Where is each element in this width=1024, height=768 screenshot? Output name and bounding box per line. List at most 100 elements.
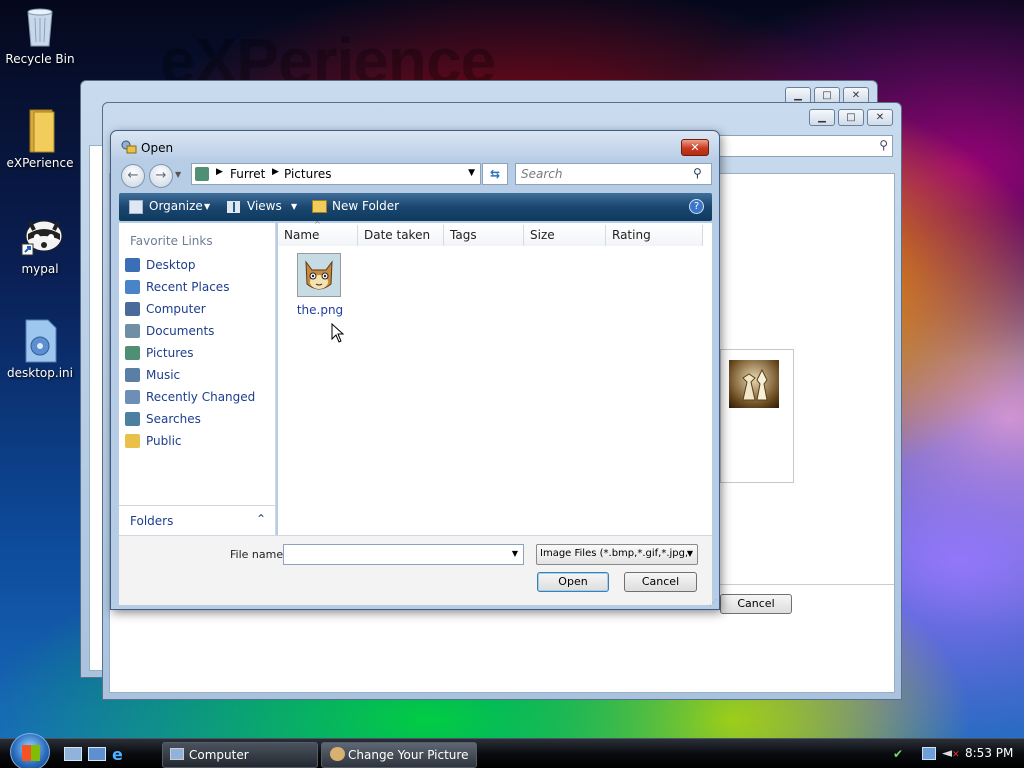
nav-link-music[interactable]: Music: [125, 366, 180, 384]
recently-changed-icon: [125, 390, 140, 404]
clock[interactable]: 8:53 PM: [965, 746, 1013, 760]
chevron-up-icon: ⌃: [255, 512, 266, 526]
windows-logo-icon: [22, 745, 40, 761]
help-icon[interactable]: ?: [689, 199, 704, 214]
file-list: Name ^ Date taken Tags Size Rating the.p…: [278, 220, 712, 535]
computer-icon: [125, 302, 140, 316]
nav-link-label: Documents: [146, 324, 215, 338]
desktop-icon-label: mypal: [21, 262, 59, 276]
file-type-value: Image Files (*.bmp,*.gif,*.jpg,*: [540, 548, 694, 559]
file-item[interactable]: the.png: [292, 251, 348, 321]
mouse-cursor-icon: [331, 322, 345, 346]
search-icon: ⚲: [693, 166, 702, 180]
organize-button[interactable]: Organize: [149, 199, 203, 213]
chess-picture[interactable]: [729, 360, 779, 408]
folders-bar[interactable]: Folders ⌃: [119, 505, 276, 535]
folder-icon: [20, 108, 60, 153]
desktop-icon-recycle-bin[interactable]: Recycle Bin: [0, 4, 80, 66]
show-desktop-icon[interactable]: [64, 747, 82, 761]
column-header-date-taken[interactable]: Date taken: [358, 225, 444, 246]
cancel-button[interactable]: Cancel: [720, 594, 792, 614]
dialog-title: Open: [141, 141, 174, 155]
desktop-icon-label: Recycle Bin: [5, 52, 75, 66]
column-header-rating[interactable]: Rating: [606, 225, 703, 246]
organize-chevron-icon: ▼: [204, 202, 211, 211]
desktop-icon-mypal[interactable]: mypal: [0, 214, 80, 276]
command-toolbar: Organize ▼ Views ▼ New Folder ?: [119, 193, 712, 221]
address-dropdown-icon[interactable]: ▼: [468, 168, 475, 178]
cancel-button[interactable]: Cancel: [624, 572, 697, 592]
organize-icon: [129, 200, 143, 214]
forward-button[interactable]: →: [149, 164, 173, 188]
nav-link-label: Recent Places: [146, 280, 230, 294]
column-header-tags[interactable]: Tags: [444, 225, 524, 246]
nav-link-public[interactable]: Public: [125, 432, 182, 450]
recent-pages-dropdown[interactable]: ▼: [175, 170, 181, 179]
desktop-icon-desktop-ini[interactable]: desktop.ini: [0, 318, 80, 380]
favorite-links-header: Favorite Links: [130, 234, 213, 248]
dialog-footer: File name: ▼ Image Files (*.bmp,*.gif,*.…: [119, 535, 712, 605]
views-button[interactable]: Views: [247, 199, 282, 213]
nav-link-label: Desktop: [146, 258, 196, 272]
new-folder-button[interactable]: New Folder: [332, 199, 399, 213]
views-chevron-icon: ▼: [291, 202, 298, 211]
nav-link-label: Music: [146, 368, 181, 382]
navigation-pane: Favorite Links Desktop Recent Places Compu…: [119, 223, 276, 535]
open-dialog-icon: [121, 140, 137, 154]
desktop-icon-experience[interactable]: eXPerience: [0, 108, 80, 170]
file-name-input[interactable]: ▼: [283, 544, 524, 565]
minimize-button[interactable]: ▁: [809, 109, 835, 126]
search-icon: ⚲: [879, 138, 888, 152]
column-header-size[interactable]: Size: [524, 225, 606, 246]
file-type-dropdown-icon: ▼: [686, 549, 693, 558]
breadcrumb-separator-icon: ▶: [216, 167, 223, 177]
file-name-label: the.png: [296, 303, 344, 317]
safely-remove-icon[interactable]: ✔: [893, 747, 903, 761]
folders-label: Folders: [130, 514, 174, 528]
searches-icon: [125, 412, 140, 426]
nav-link-pictures[interactable]: Pictures: [125, 344, 194, 362]
search-box[interactable]: ⚲: [703, 135, 893, 157]
recycle-bin-icon: [20, 4, 60, 48]
close-button[interactable]: ✕: [681, 139, 709, 156]
desktop-icon-label: eXPerience: [6, 156, 74, 170]
open-dialog[interactable]: Open ✕ ← → ▼ ▶ Furret ▶ Pictures ▼ ⇆ Sea…: [110, 130, 720, 610]
desktop-icon-label: desktop.ini: [7, 366, 73, 380]
address-bar[interactable]: ▶ Furret ▶ Pictures ▼: [191, 163, 481, 185]
raccoon-icon: [20, 214, 63, 258]
desktop-icon: [125, 258, 140, 272]
nav-link-searches[interactable]: Searches: [125, 410, 201, 428]
nav-link-label: Pictures: [146, 346, 194, 360]
nav-link-recent-places[interactable]: Recent Places: [125, 278, 229, 296]
close-button[interactable]: ✕: [867, 109, 893, 126]
volume-muted-icon[interactable]: ◄✕: [942, 746, 960, 761]
switch-windows-icon[interactable]: [88, 747, 106, 761]
nav-link-label: Computer: [146, 302, 206, 316]
nav-link-recently-changed[interactable]: Recently Changed: [125, 388, 255, 406]
resize-grip-icon[interactable]: ⋰: [709, 598, 717, 607]
nav-link-desktop[interactable]: Desktop: [125, 256, 196, 274]
nav-link-documents[interactable]: Documents: [125, 322, 214, 340]
breadcrumb-separator-icon: ▶: [272, 167, 279, 177]
nav-link-computer[interactable]: Computer: [125, 300, 206, 318]
open-button[interactable]: Open: [537, 572, 609, 592]
users-icon: [330, 747, 345, 761]
settings-file-icon: [20, 318, 60, 363]
breadcrumb-furret[interactable]: Furret: [230, 167, 265, 181]
start-button[interactable]: [10, 733, 50, 768]
breadcrumb-pictures[interactable]: Pictures: [284, 167, 332, 181]
music-icon: [125, 368, 140, 382]
search-input[interactable]: Search: [515, 163, 712, 185]
recent-places-icon: [125, 280, 140, 294]
back-button[interactable]: ←: [121, 164, 145, 188]
nav-link-label: Public: [146, 434, 182, 448]
window-controls: ▁ □ ✕: [809, 109, 893, 126]
file-name-dropdown-icon[interactable]: ▼: [512, 549, 518, 558]
file-type-select[interactable]: Image Files (*.bmp,*.gif,*.jpg,* ▼: [536, 544, 698, 565]
taskbar-button-computer[interactable]: Computer: [162, 742, 318, 768]
internet-explorer-icon[interactable]: e: [112, 745, 123, 764]
network-icon[interactable]: [922, 747, 936, 760]
refresh-button[interactable]: ⇆: [482, 163, 508, 185]
maximize-button[interactable]: □: [838, 109, 864, 126]
file-name-label: File name:: [230, 548, 287, 561]
